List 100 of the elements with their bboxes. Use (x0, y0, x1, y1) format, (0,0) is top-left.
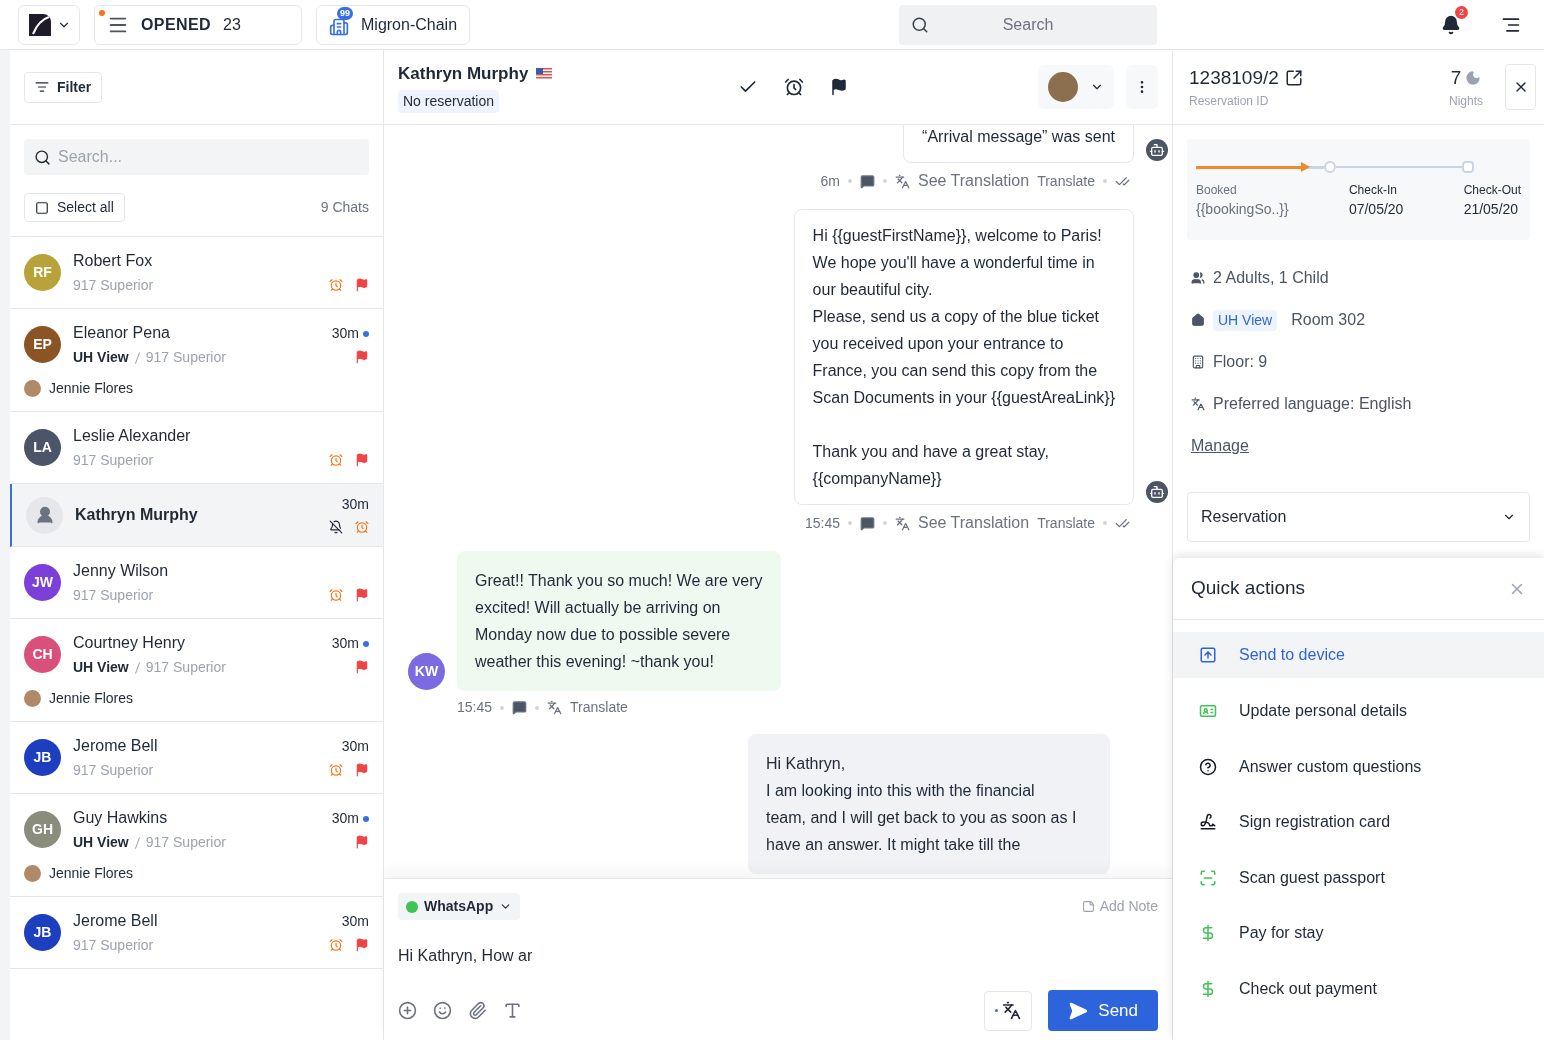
room-name: 917 Superior (73, 936, 154, 955)
arrowhead-icon (1300, 162, 1310, 172)
person-icon (34, 505, 55, 525)
logo-menu-button[interactable] (18, 4, 80, 45)
avatar: JB (24, 739, 61, 776)
external-link-icon[interactable] (1284, 69, 1303, 87)
property-button[interactable]: 99 Migron-Chain (316, 4, 471, 45)
comment-icon[interactable] (859, 515, 875, 531)
chat-count: 9 Chats (320, 198, 369, 217)
bell-icon (1441, 14, 1461, 35)
guest-name: Jerome Bell (73, 911, 159, 931)
people-icon (1191, 271, 1205, 285)
assignee-avatar (24, 865, 41, 882)
select-all-checkbox[interactable]: Select all (24, 193, 125, 222)
avatar: RF (24, 254, 61, 291)
robot-icon (1146, 139, 1168, 161)
emoji-icon[interactable] (433, 1001, 452, 1020)
guest-name: Kathryn Murphy (75, 505, 199, 525)
guest-name: Robert Fox (73, 251, 154, 271)
see-translation-link[interactable]: See Translation (917, 511, 1030, 535)
avatar: EP (24, 326, 61, 363)
assignee-dropdown[interactable] (1038, 65, 1114, 109)
comment-icon[interactable] (859, 173, 875, 189)
assignee-name: Jennie Flores (49, 689, 134, 708)
room-name: 917 Superior (73, 586, 154, 605)
robot-icon (1146, 481, 1168, 503)
quick-action-item[interactable]: Sign registration card (1173, 799, 1544, 845)
close-button[interactable] (1505, 64, 1536, 110)
status-filter-button[interactable]: OPENED 23 (94, 4, 302, 45)
room-type: UH View (73, 658, 129, 677)
sender-avatar: KW (408, 653, 445, 690)
translate-link[interactable]: Translate (1037, 512, 1095, 534)
room-name: 917 Superior (145, 658, 226, 677)
quick-action-item[interactable]: Scan guest passport (1173, 854, 1544, 901)
translate-link[interactable]: Translate (1037, 170, 1095, 192)
add-icon[interactable] (398, 1001, 417, 1020)
chat-time: 30m (341, 494, 369, 514)
send-button[interactable]: Send (1048, 990, 1158, 1031)
automated-message-bubble: “Arrival message” was sent (903, 125, 1134, 163)
translate-button[interactable] (984, 990, 1033, 1031)
room-number: Room 302 (1291, 310, 1366, 330)
comment-icon[interactable] (512, 700, 528, 715)
quick-action-item[interactable]: Update personal details (1173, 688, 1544, 734)
see-translation-link[interactable]: See Translation (917, 169, 1030, 193)
manage-link[interactable]: Manage (1191, 434, 1249, 458)
stage-value: 07/05/20 (1348, 200, 1404, 219)
quick-action-item[interactable]: Answer custom questions (1173, 743, 1544, 790)
flag-button[interactable] (830, 78, 849, 96)
upload-screen-icon (1199, 646, 1217, 664)
quick-action-item[interactable]: Send to device (1173, 632, 1544, 678)
snooze-button[interactable] (784, 77, 805, 97)
translate-icon (1002, 1001, 1022, 1020)
notification-count-badge: 2 (1455, 5, 1468, 19)
automated-message-bubble: Hi {{guestFirstName}}, welcome to Paris! We hope you'll have a wonderful time in our beautiful city. Please, send us a copy of the blue ticket you received upon your entrance to France, you can send this copy from the Scan Documents in your {{guestAreaLink}} Thank you and have a great stay, {{companyName}} (793, 209, 1134, 505)
translate-icon (1191, 397, 1205, 411)
filter-button[interactable]: Filter (24, 71, 103, 103)
reservation-id-label: Reservation ID (1189, 93, 1270, 111)
search-icon (911, 15, 929, 34)
quick-action-item[interactable]: Check out payment (1173, 965, 1544, 1012)
room-type: UH View (73, 833, 129, 852)
chat-time: 30m (331, 324, 359, 343)
translate-icon (894, 173, 910, 189)
translate-icon (894, 515, 910, 531)
reservation-id: 1238109/2 (1189, 65, 1279, 90)
building-icon (329, 16, 349, 37)
message-time: 6m (820, 171, 840, 191)
translate-icon (547, 700, 563, 715)
channel-select[interactable]: WhatsApp (398, 893, 521, 920)
floor: Floor: 9 (1213, 352, 1268, 372)
stage-label: Booked (1196, 182, 1238, 199)
guest-name: Courtney Henry (73, 633, 187, 653)
scanner-icon (1199, 868, 1217, 887)
avatar: GH (24, 811, 61, 848)
guest-name: Guy Hawkins (73, 808, 169, 828)
quick-action-item[interactable]: Pay for stay (1173, 910, 1544, 956)
nights-label: Nights (1449, 93, 1483, 111)
translate-link[interactable]: Translate (570, 697, 628, 718)
home-icon (1191, 313, 1205, 327)
logo-icon (27, 11, 53, 38)
reservation-status-tag: No reservation (398, 90, 500, 114)
room-type-tag: UH View (1213, 309, 1278, 331)
attachment-icon[interactable] (468, 1001, 487, 1020)
signature-icon (1199, 813, 1217, 831)
chat-time: 30m (331, 809, 359, 828)
avatar: CH (24, 636, 61, 673)
guest-name: Kathryn Murphy (398, 62, 529, 85)
text-format-icon[interactable] (503, 1001, 522, 1020)
filter-icon (35, 80, 49, 94)
search-field[interactable]: Search... (24, 139, 369, 175)
room-name: 917 Superior (73, 276, 154, 295)
message-input[interactable]: Hi Kathryn, How ar (398, 944, 1158, 968)
building-icon (1191, 355, 1205, 369)
room-name: 917 Superior (73, 451, 154, 470)
chat-list-item[interactable]: Kathryn Murphy 30m (10, 484, 383, 547)
search-field[interactable]: Search (899, 4, 1157, 45)
flag-icon (830, 78, 849, 96)
reservation-select[interactable]: Reservation (1187, 492, 1530, 542)
checkbox-icon (35, 200, 49, 215)
panel-title: Quick actions (1191, 576, 1306, 601)
assignee-name: Jennie Flores (49, 864, 134, 883)
